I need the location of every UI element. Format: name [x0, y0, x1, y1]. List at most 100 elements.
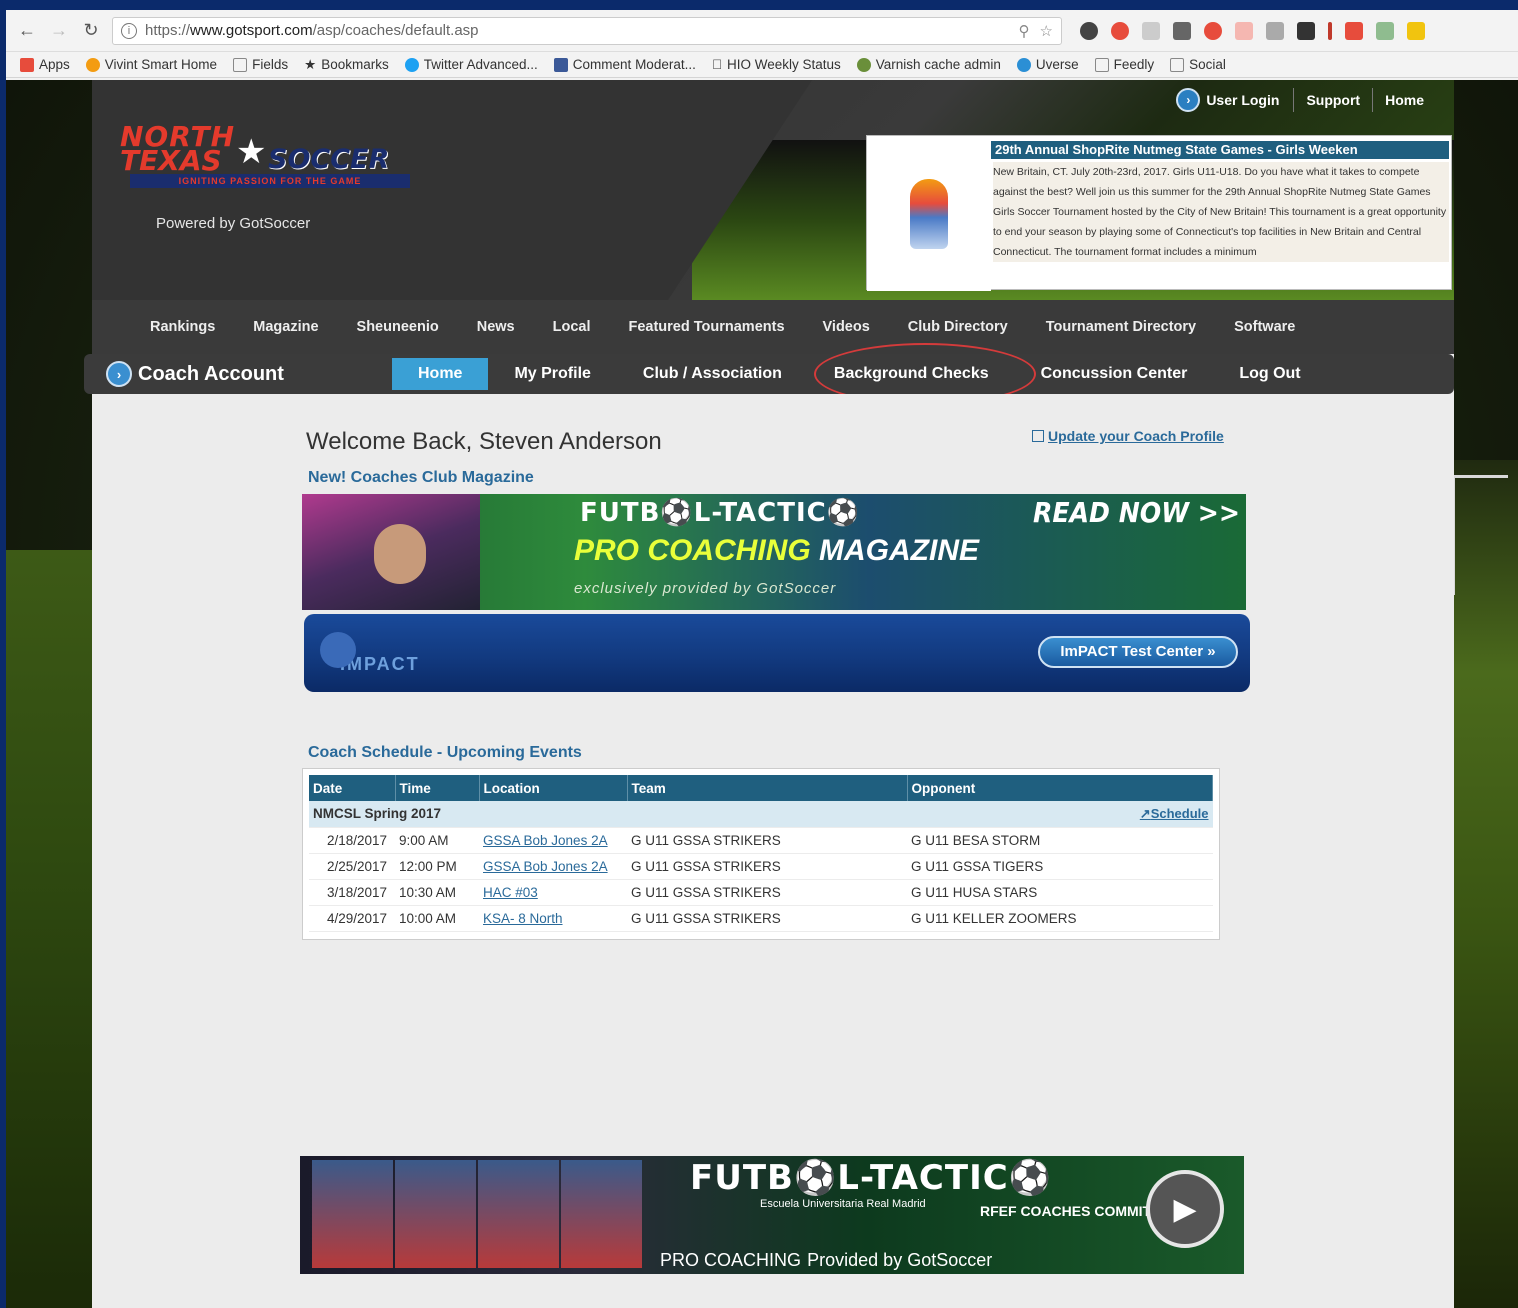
site-logo[interactable]: NORTH TEXAS ★ SOCCER IGNITING PASSION FO… [120, 120, 420, 190]
logo-tagline: IGNITING PASSION FOR THE GAME [130, 174, 410, 188]
extension-icon[interactable] [1235, 21, 1253, 40]
forward-arrow-icon[interactable]: → [48, 20, 70, 42]
tournament-promo[interactable]: 29th Annual ShopRite Nutmeg State Games … [866, 135, 1452, 291]
bookmark-vivint[interactable]: Vivint Smart Home [85, 57, 217, 72]
nav-sheuneenio[interactable]: Sheuneenio [357, 319, 439, 335]
twitter-icon [404, 57, 419, 72]
pocket-icon[interactable] [1173, 21, 1191, 40]
apps-grid-icon [20, 57, 34, 72]
bookmark-label: Fields [252, 57, 289, 72]
tab-my-profile[interactable]: My Profile [488, 358, 616, 390]
pro-coaching-label: PRO COACHING [660, 1250, 802, 1270]
extension-icon[interactable] [1297, 21, 1315, 40]
bookmark-label: Uverse [1025, 57, 1079, 72]
back-arrow-icon[interactable]: ← [16, 20, 38, 42]
schedule-table: Date Time Location Team Opponent NMCSL S… [309, 775, 1213, 932]
futbol-tactico-title: FUTB⚽L-TACTIC⚽ [580, 498, 861, 528]
futbol-tactico-banner[interactable]: FUTB⚽L-TACTIC⚽ READ NOW >> PRO COACHING … [302, 494, 1246, 610]
nav-software[interactable]: Software [1234, 319, 1295, 335]
tab-concussion-center[interactable]: Concussion Center [1015, 358, 1214, 390]
tab-club-association[interactable]: Club / Association [617, 358, 808, 390]
arrow-circle-icon: › [106, 361, 132, 387]
zoom-icon[interactable]: ⚲ [1019, 22, 1030, 40]
edit-icon [1032, 430, 1044, 442]
bookmark-apps[interactable]: Apps [20, 57, 70, 72]
bookmark-uverse[interactable]: Uverse [1016, 57, 1079, 72]
extension-icon[interactable] [1080, 21, 1098, 40]
cell-team: G U11 GSSA STRIKERS [627, 827, 907, 854]
nav-magazine[interactable]: Magazine [253, 319, 318, 335]
extension-icon[interactable] [1111, 21, 1129, 40]
bookmark-social[interactable]: Social [1170, 57, 1226, 72]
play-icon[interactable]: ▶ [1146, 1170, 1224, 1248]
nav-featured-tournaments[interactable]: Featured Tournaments [628, 319, 784, 335]
bookmark-feedly[interactable]: Feedly [1094, 57, 1154, 72]
url-path: /asp/coaches/default.asp [312, 22, 479, 39]
main-content: Welcome Back, Steven Anderson Update you… [92, 394, 1454, 1308]
futbol-tactico-video-banner[interactable]: FUTB⚽L-TACTIC⚽ Escuela Universitaria Rea… [300, 1156, 1244, 1274]
cell-location-link[interactable]: HAC #03 [479, 879, 627, 906]
new-magazine-heading: New! Coaches Club Magazine [308, 469, 534, 486]
exclusively-provided-text: exclusively provided by GotSoccer [574, 580, 837, 597]
bookmark-label: Social [1179, 57, 1226, 72]
bookmark-varnish[interactable]: Varnish cache admin [856, 57, 1001, 72]
impact-test-center-button[interactable]: ImPACT Test Center » [1038, 636, 1238, 668]
nav-tournament-directory[interactable]: Tournament Directory [1046, 319, 1196, 335]
url-prefix: https:// [145, 22, 191, 39]
magazine-label: MAGAZINE [819, 534, 980, 567]
promo-title[interactable]: 29th Annual ShopRite Nutmeg State Games … [991, 141, 1449, 159]
nav-videos[interactable]: Videos [823, 319, 870, 335]
pinterest-icon[interactable] [1204, 21, 1222, 40]
bookmark-star-icon[interactable]: ☆ [1040, 22, 1053, 40]
star-icon: ★ [304, 56, 317, 72]
bookmark-hio[interactable]: HIO Weekly Status [712, 57, 841, 72]
extension-icon[interactable] [1407, 21, 1425, 40]
bookmark-comment[interactable]: Comment Moderat... [553, 57, 696, 72]
impact-logo: IMPACT [320, 632, 430, 682]
table-row: 4/29/2017 10:00 AM KSA- 8 North G U11 GS… [309, 905, 1213, 932]
cell-time: 10:30 AM [395, 879, 479, 906]
extension-icon[interactable] [1142, 21, 1160, 40]
nav-rankings[interactable]: Rankings [150, 319, 215, 335]
cell-location-link[interactable]: KSA- 8 North [479, 905, 627, 932]
nav-news[interactable]: News [477, 319, 515, 335]
info-icon[interactable]: i [121, 22, 137, 39]
cell-date: 3/18/2017 [309, 879, 395, 906]
nav-local[interactable]: Local [553, 319, 591, 335]
texas-star-icon: ★ [236, 133, 267, 171]
support-link[interactable]: Support [1293, 88, 1372, 112]
tab-home[interactable]: Home [392, 358, 489, 390]
extension-icon[interactable] [1266, 21, 1284, 40]
nav-club-directory[interactable]: Club Directory [908, 319, 1008, 335]
browser-window: ← → ↻ i https://www.gotsport.com/asp/coa… [6, 10, 1518, 1308]
cell-opponent: G U11 KELLER ZOOMERS [907, 905, 1213, 932]
column-header-location: Location [479, 775, 628, 801]
home-link[interactable]: Home [1372, 88, 1436, 112]
extension-icon[interactable] [1345, 21, 1363, 40]
schedule-link[interactable]: ↗Schedule [1140, 806, 1209, 822]
bookmark-fields[interactable]: Fields [233, 57, 288, 72]
extension-icon[interactable] [1328, 21, 1332, 40]
user-login-link[interactable]: › User Login [1162, 88, 1293, 112]
coach-thumbnail [312, 1160, 393, 1268]
cell-date: 2/18/2017 [309, 827, 395, 854]
main-nav: Rankings Magazine Sheuneenio News Local … [92, 300, 1454, 354]
cell-location-link[interactable]: GSSA Bob Jones 2A [479, 827, 627, 854]
schedule-table-container: Date Time Location Team Opponent NMCSL S… [302, 768, 1220, 940]
address-bar[interactable]: i https://www.gotsport.com/asp/coaches/d… [112, 16, 1062, 45]
extension-icon[interactable] [1376, 21, 1394, 40]
read-now-link[interactable]: READ NOW >> [1033, 496, 1240, 529]
bookmark-label: Varnish cache admin [865, 57, 1001, 72]
cell-location-link[interactable]: GSSA Bob Jones 2A [479, 853, 627, 880]
tab-log-out[interactable]: Log Out [1213, 358, 1326, 390]
bookmark-twitter[interactable]: Twitter Advanced... [404, 57, 538, 72]
folder-icon [1170, 57, 1185, 72]
group-name: NMCSL Spring 2017 [313, 805, 442, 821]
external-link-icon: ↗ [1139, 805, 1151, 821]
bookmark-label: Comment Moderat... [572, 57, 696, 72]
table-row: 3/18/2017 10:30 AM HAC #03 G U11 GSSA ST… [309, 879, 1213, 906]
update-profile-link[interactable]: Update your Coach Profile [1032, 428, 1224, 444]
impact-logo-icon [320, 632, 356, 668]
bookmark-bookmarks[interactable]: ★ Bookmarks [304, 57, 389, 73]
reload-icon[interactable]: ↻ [80, 20, 102, 42]
